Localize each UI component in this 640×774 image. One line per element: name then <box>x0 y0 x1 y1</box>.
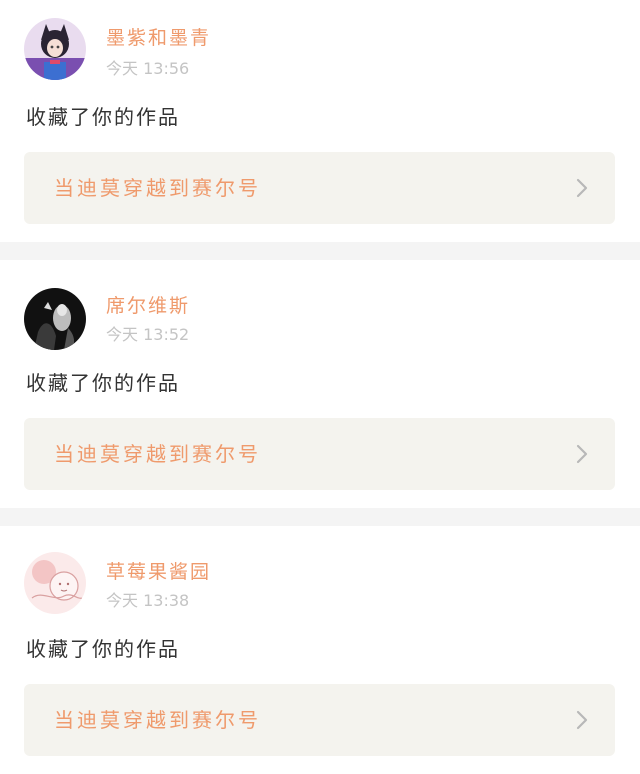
avatar[interactable] <box>24 288 86 350</box>
anime-girl-avatar-icon <box>24 18 86 80</box>
notification-item: 草莓果酱园 今天 13:38 收藏了你的作品 当迪莫穿越到赛尔号 <box>0 526 640 774</box>
username[interactable]: 席尔维斯 <box>106 292 190 320</box>
work-card[interactable]: 当迪莫穿越到赛尔号 <box>24 684 615 756</box>
separator <box>0 508 640 526</box>
dark-figure-avatar-icon <box>24 288 86 350</box>
username[interactable]: 墨紫和墨青 <box>106 24 211 52</box>
action-text: 收藏了你的作品 <box>26 371 180 395</box>
pink-sketch-avatar-icon <box>24 552 86 614</box>
work-card[interactable]: 当迪莫穿越到赛尔号 <box>24 418 615 490</box>
notification-item: 墨紫和墨青 今天 13:56 收藏了你的作品 当迪莫穿越到赛尔号 <box>0 0 640 242</box>
work-title: 当迪莫穿越到赛尔号 <box>54 442 261 466</box>
notification-item: 席尔维斯 今天 13:52 收藏了你的作品 当迪莫穿越到赛尔号 <box>0 260 640 508</box>
work-card[interactable]: 当迪莫穿越到赛尔号 <box>24 152 615 224</box>
chevron-right-icon <box>576 710 588 730</box>
action-text: 收藏了你的作品 <box>26 637 180 661</box>
work-title: 当迪莫穿越到赛尔号 <box>54 708 261 732</box>
username[interactable]: 草莓果酱园 <box>106 558 211 586</box>
timestamp: 今天 13:52 <box>106 325 190 344</box>
work-title: 当迪莫穿越到赛尔号 <box>54 176 261 200</box>
chevron-right-icon <box>576 444 588 464</box>
timestamp: 今天 13:56 <box>106 59 190 78</box>
timestamp: 今天 13:38 <box>106 591 190 610</box>
avatar[interactable] <box>24 18 86 80</box>
avatar[interactable] <box>24 552 86 614</box>
separator <box>0 242 640 260</box>
action-text: 收藏了你的作品 <box>26 105 180 129</box>
chevron-right-icon <box>576 178 588 198</box>
